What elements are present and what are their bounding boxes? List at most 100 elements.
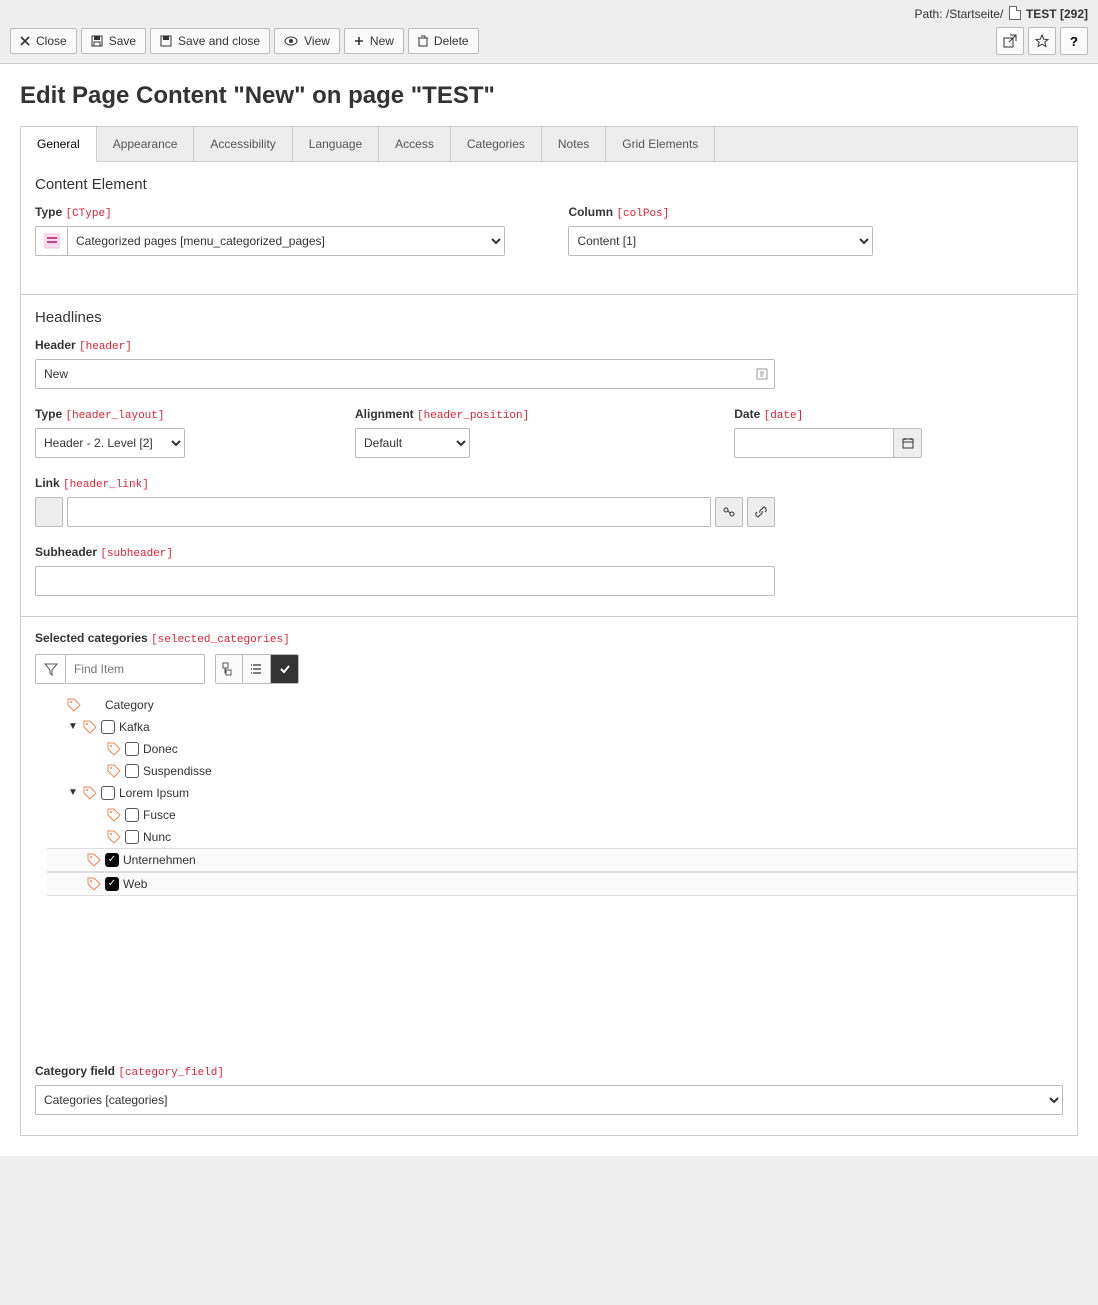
tab-appearance[interactable]: Appearance xyxy=(97,127,195,161)
tree-expand-icon xyxy=(222,662,236,676)
subheader-hint: [subheader] xyxy=(100,548,173,560)
tag-icon xyxy=(107,830,121,844)
ctype-hint: [CType] xyxy=(65,208,111,220)
tab-general[interactable]: General xyxy=(21,127,97,162)
ctype-select[interactable]: Categorized pages [menu_categorized_page… xyxy=(67,226,505,256)
tree-checkbox[interactable] xyxy=(125,830,139,844)
path-page[interactable]: TEST [292] xyxy=(1026,7,1088,21)
new-label: New xyxy=(370,34,394,48)
date-label-text: Date xyxy=(734,407,760,421)
tree-root[interactable]: Category xyxy=(47,694,1063,716)
path-parent[interactable]: /Startseite/ xyxy=(946,7,1003,21)
ctype-icon xyxy=(35,226,67,256)
save-label: Save xyxy=(109,34,136,48)
path-page-uid: [292] xyxy=(1060,7,1088,21)
save-close-label: Save and close xyxy=(178,34,260,48)
tree-checkbox[interactable] xyxy=(125,764,139,778)
tree-checkbox[interactable] xyxy=(101,786,115,800)
tab-categories[interactable]: Categories xyxy=(451,127,542,161)
toggle-arrow-icon[interactable]: ▼ xyxy=(67,717,79,737)
tab-access[interactable]: Access xyxy=(379,127,451,161)
close-icon xyxy=(20,36,30,46)
tree-label: Unternehmen xyxy=(123,850,196,870)
tree-collapse-button[interactable] xyxy=(243,654,271,684)
selected-categories-label-text: Selected categories xyxy=(35,631,148,645)
header-layout-hint: [header_layout] xyxy=(65,410,164,422)
header-position-select[interactable]: Default xyxy=(355,428,470,458)
tree-node-kafka[interactable]: ▼ Kafka xyxy=(47,716,1063,738)
subheader-input[interactable] xyxy=(35,566,775,596)
tag-icon xyxy=(83,786,97,800)
toggle-icon xyxy=(722,506,736,518)
subheader-label-text: Subheader xyxy=(35,545,97,559)
path-label: Path: xyxy=(915,7,943,21)
tree-root-label: Category xyxy=(105,695,154,715)
header-link-label: Link [header_link] xyxy=(35,476,1063,491)
section-title-headlines: Headlines xyxy=(35,309,1063,326)
colpos-label: Column [colPos] xyxy=(568,205,1061,220)
link-icon xyxy=(754,505,768,519)
open-new-window-button[interactable] xyxy=(996,27,1024,55)
header-label: Header [header] xyxy=(35,338,1063,353)
colpos-label-text: Column xyxy=(568,205,613,219)
close-label: Close xyxy=(36,34,67,48)
page-icon xyxy=(1009,6,1021,20)
bookmark-button[interactable] xyxy=(1028,27,1056,55)
find-item-input[interactable] xyxy=(65,654,205,684)
category-field-label: Category field [category_field] xyxy=(35,1064,1063,1079)
header-layout-select[interactable]: Header - 2. Level [2] xyxy=(35,428,185,458)
tree-node-nunc[interactable]: Nunc xyxy=(47,826,1063,848)
tree-checkbox[interactable] xyxy=(125,808,139,822)
new-button[interactable]: New xyxy=(344,28,404,54)
date-hint: [date] xyxy=(764,410,804,422)
tree-checkbox[interactable] xyxy=(105,877,119,891)
tag-icon xyxy=(87,853,101,867)
help-button[interactable]: ? xyxy=(1060,27,1088,55)
tree-node-lorem[interactable]: ▼ Lorem Ipsum xyxy=(47,782,1063,804)
tab-grid-elements[interactable]: Grid Elements xyxy=(606,127,715,161)
tab-language[interactable]: Language xyxy=(293,127,379,161)
link-toggle-button[interactable] xyxy=(715,497,743,527)
save-and-close-button[interactable]: Save and close xyxy=(150,28,270,54)
delete-button[interactable]: Delete xyxy=(408,28,479,54)
header-position-label-text: Alignment xyxy=(355,407,414,421)
save-button[interactable]: Save xyxy=(81,28,146,54)
tree-node-suspendisse[interactable]: Suspendisse xyxy=(47,760,1063,782)
tree-checkbox[interactable] xyxy=(125,742,139,756)
date-input[interactable] xyxy=(734,428,894,458)
tree-node-fusce[interactable]: Fusce xyxy=(47,804,1063,826)
header-label-text: Header xyxy=(35,338,76,352)
tag-icon xyxy=(83,720,97,734)
close-button[interactable]: Close xyxy=(10,28,77,54)
date-picker-button[interactable] xyxy=(894,428,922,458)
tree-node-donec[interactable]: Donec xyxy=(47,738,1063,760)
tree-label: Web xyxy=(123,874,147,894)
tree-checkbox[interactable] xyxy=(105,853,119,867)
view-label: View xyxy=(304,34,330,48)
toggle-arrow-icon[interactable]: ▼ xyxy=(67,783,79,803)
save-icon xyxy=(91,35,103,47)
ctype-label: Type [CType] xyxy=(35,205,528,220)
tree-label: Kafka xyxy=(119,717,150,737)
header-hint: [header] xyxy=(79,341,132,353)
tag-icon xyxy=(87,877,101,891)
header-link-input[interactable] xyxy=(67,497,711,527)
tree-toggle-selected-button[interactable] xyxy=(271,654,299,684)
tree-label: Suspendisse xyxy=(143,761,212,781)
tab-notes[interactable]: Notes xyxy=(542,127,606,161)
plus-icon xyxy=(354,36,364,46)
category-field-select[interactable]: Categories [categories] xyxy=(35,1085,1063,1115)
category-field-label-text: Category field xyxy=(35,1064,115,1078)
tree-node-unternehmen[interactable]: Unternehmen xyxy=(47,848,1077,872)
tree-checkbox[interactable] xyxy=(101,720,115,734)
header-input[interactable] xyxy=(35,359,775,389)
tree-node-web[interactable]: Web xyxy=(47,872,1077,896)
check-icon xyxy=(279,663,291,675)
tab-accessibility[interactable]: Accessibility xyxy=(194,127,292,161)
link-wizard-button[interactable] xyxy=(747,497,775,527)
view-button[interactable]: View xyxy=(274,28,340,54)
colpos-select[interactable]: Content [1] xyxy=(568,226,873,256)
tree-label: Fusce xyxy=(143,805,176,825)
tree-expand-button[interactable] xyxy=(215,654,243,684)
header-layout-label-text: Type xyxy=(35,407,62,421)
